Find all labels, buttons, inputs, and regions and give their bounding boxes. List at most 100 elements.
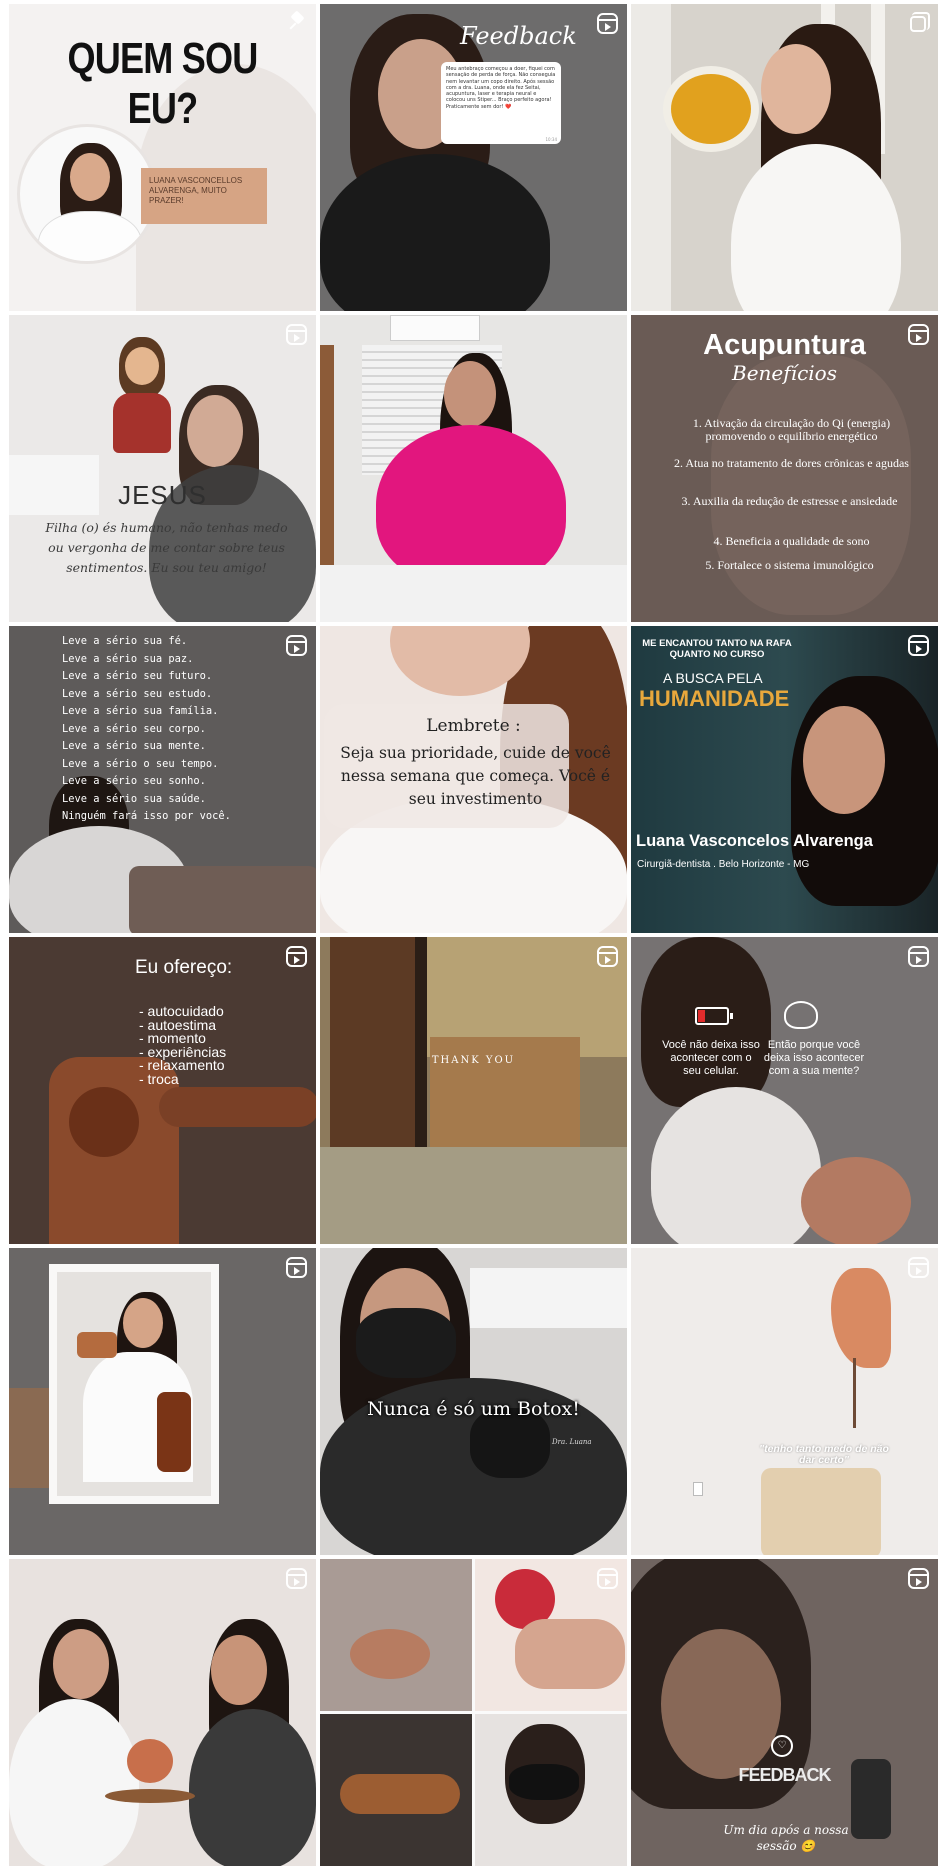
headline-line-2: HUMANIDADE: [639, 686, 790, 711]
person-role: Cirurgiã-dentista . Belo Horizonte - MG: [637, 859, 810, 870]
post-tile-medo[interactable]: "tenho tanto medo de não dar certo": [631, 1248, 938, 1555]
post-text: Filha (o) és humano, não tenhas medo ou …: [45, 520, 288, 575]
shelf: [470, 1268, 627, 1328]
post-tile-thank-you[interactable]: THANK YOU: [320, 937, 627, 1244]
benefit-item-4: 4. Beneficia a qualidade de sono: [713, 534, 870, 548]
chat-bubble: Meu antebraço começou a doer, fiquei com…: [441, 62, 561, 144]
quote-line: Leve a sério o seu tempo.: [62, 757, 219, 770]
post-tile-leve-a-serio[interactable]: Leve a sério sua fé. Leve a sério sua pa…: [9, 626, 316, 933]
post-tile-celular-mente[interactable]: Você não deixa isso acontecer com o seu …: [631, 937, 938, 1244]
person-face: [803, 706, 885, 814]
low-battery-icon: [695, 1007, 733, 1025]
photo-frame: [49, 1264, 219, 1504]
chat-message: Meu antebraço começou a doer, fiquei com…: [446, 66, 556, 110]
person-name: Luana Vasconcelos Alvarenga: [636, 832, 873, 850]
feedback-script-title: Feedback: [460, 22, 577, 50]
person-body: [651, 1087, 821, 1244]
quote-line: Leve a sério sua fé.: [62, 635, 188, 647]
offer-title: Eu ofereço:: [135, 957, 233, 978]
reel-icon: [286, 946, 307, 967]
post-tile-humanidade[interactable]: ME ENCANTOU TANTO NA RAFA QUANTO NO CURS…: [631, 626, 938, 933]
dried-flowers: [831, 1268, 891, 1368]
post-tile-feedback-chat[interactable]: Feedback Meu antebraço começou a doer, f…: [320, 4, 627, 311]
person-face: [187, 395, 243, 467]
thank-you-text: THANK YOU: [431, 1055, 516, 1066]
post-tile-collage[interactable]: [320, 1559, 627, 1866]
post-tile-framed-photo[interactable]: [9, 1248, 316, 1555]
reel-icon: [286, 635, 307, 656]
person-body: [320, 154, 550, 311]
wall-outlet: [693, 1482, 703, 1496]
post-tile-botox[interactable]: Dra. Luana Nunca é só um Botox!: [320, 1248, 627, 1555]
heart-bubble-icon: ♡: [771, 1735, 793, 1757]
background-photo-dark: [711, 355, 911, 615]
post-title: Acupuntura: [703, 329, 866, 361]
quote-line: Leve a sério sua mente.: [62, 740, 206, 752]
reel-icon: [908, 1568, 929, 1589]
post-tile-lembrete[interactable]: Lembrete : Seja sua prioridade, cuide de…: [320, 626, 627, 933]
reel-icon: [286, 1568, 307, 1589]
reel-icon: [597, 13, 618, 34]
jesus-figure: [107, 337, 177, 462]
benefit-item-1: 1. Ativação da circulação do Qi (energia…: [692, 416, 891, 443]
benefit-item-2: 2. Atua no tratamento de dores crônicas …: [674, 456, 909, 470]
post-tile-bride-sunflowers[interactable]: [631, 4, 938, 311]
quote-line: Leve a sério seu futuro.: [62, 670, 213, 682]
quote-text: "tenho tanto medo de não dar certo": [759, 1443, 889, 1466]
patient-head: [801, 1157, 911, 1244]
quote-line: Leve a sério seu corpo.: [62, 722, 206, 735]
offer-item: - troca: [139, 1070, 179, 1087]
post-tile-feedback-closing[interactable]: ♡ FEEDBACK Um dia após a nossa sessão 😊: [631, 1559, 938, 1866]
bonsai: [127, 1739, 173, 1783]
post-tile-pink-outfit[interactable]: [320, 315, 627, 622]
reel-icon: [908, 635, 929, 656]
collage-cell: [475, 1714, 627, 1866]
benefit-item-5: 5. Fortalece o sistema imunológico: [705, 558, 874, 572]
overlay-text: Nunca é só um Botox!: [367, 1398, 580, 1420]
quote-lines: Leve a sério sua fé. Leve a sério sua pa…: [62, 633, 231, 826]
air-conditioner: [390, 315, 480, 341]
left-caption: Você não deixa isso acontecer com o seu …: [662, 1039, 760, 1077]
armchair: [761, 1468, 881, 1555]
pin-icon: [289, 13, 307, 31]
post-tile-conversation[interactable]: [9, 1559, 316, 1866]
quote-line: Leve a sério seu sonho.: [62, 775, 206, 787]
reel-icon: [908, 1257, 929, 1278]
side-table: [105, 1789, 195, 1803]
feedback-title: FEEDBACK: [738, 1765, 831, 1785]
door: [320, 345, 334, 595]
quote-line: Leve a sério seu estudo.: [62, 687, 213, 700]
post-tile-jesus[interactable]: JESUS Filha (o) és humano, não tenhas me…: [9, 315, 316, 622]
face-mask: [356, 1308, 456, 1378]
post-subtitle: Benefícios: [732, 361, 837, 385]
carousel-icon: [910, 12, 930, 32]
feedback-caption: Um dia após a nossa sessão 😊: [723, 1823, 849, 1853]
quote-line: Leve a sério sua família.: [62, 705, 219, 717]
reminder-title: Lembrete :: [426, 716, 521, 736]
cabinet: [430, 1037, 580, 1147]
person-face: [761, 44, 831, 134]
person-face: [444, 361, 496, 427]
person-face: [661, 1629, 781, 1779]
chat-time: 10:34: [545, 137, 557, 142]
person-body: [9, 1699, 139, 1866]
reel-icon: [286, 1257, 307, 1278]
benefit-item-3: 3. Auxilia da redução de estresse e ansi…: [681, 494, 898, 508]
person-face: [53, 1629, 109, 1699]
post-tile-quem-sou-eu[interactable]: QUEM SOU EU? LUANA VASCONCELLOS ALVARENG…: [9, 4, 316, 311]
reel-icon: [908, 324, 929, 345]
reel-icon: [908, 946, 929, 967]
post-tile-eu-ofereco[interactable]: Eu ofereço: - autocuidado - autoestima -…: [9, 937, 316, 1244]
post-tile-acupuntura[interactable]: Acupuntura Benefícios 1. Ativação da cir…: [631, 315, 938, 622]
reel-icon: [597, 946, 618, 967]
brain-icon: [784, 1001, 818, 1029]
pink-blazer: [376, 425, 566, 585]
massage-chair: [9, 1388, 49, 1488]
person-face: [211, 1635, 267, 1705]
right-caption: Então porque você deixa isso acontecer c…: [763, 1039, 865, 1077]
quote-line: Leve a sério sua paz.: [62, 652, 194, 665]
wooden-massage-tool: [159, 1087, 316, 1127]
profile-post-grid: QUEM SOU EU? LUANA VASCONCELLOS ALVARENG…: [9, 4, 938, 1866]
window-frame: [631, 4, 671, 311]
reminder-text: Seja sua prioridade, cuide de você nessa…: [340, 744, 611, 808]
